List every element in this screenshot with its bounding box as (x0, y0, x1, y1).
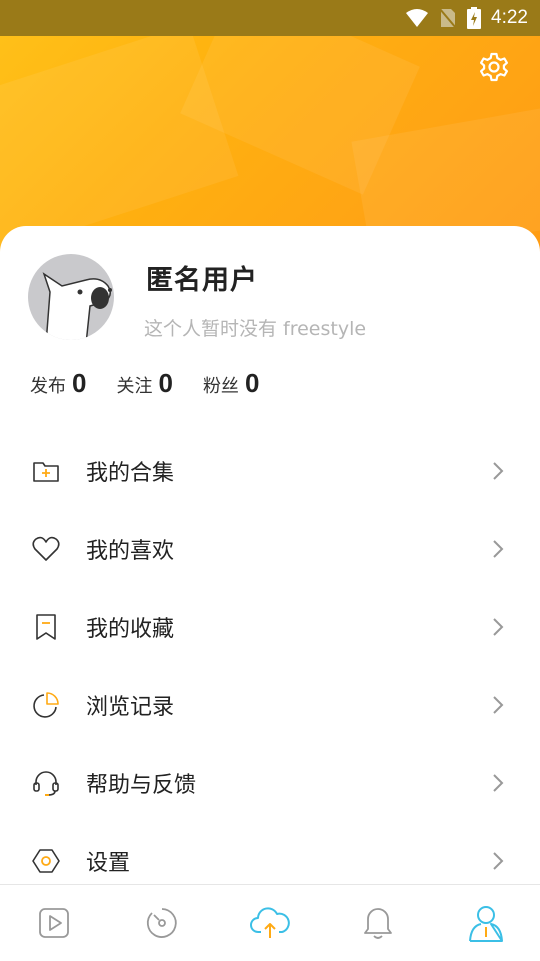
nav-item-upload[interactable] (216, 885, 324, 961)
stat-fans[interactable]: 粉丝 0 (203, 368, 259, 399)
settings-gear-icon[interactable] (478, 51, 510, 83)
bottom-nav (0, 884, 540, 961)
user-bio: 这个人暂时没有 freestyle (144, 318, 367, 340)
stat-following-label: 关注 (116, 376, 153, 397)
stat-posts-value: 0 (72, 368, 87, 398)
history-pie-icon (33, 692, 59, 718)
chevron-right-icon (493, 540, 504, 558)
menu-label-settings: 设置 (86, 851, 131, 876)
menu-label-help: 帮助与反馈 (86, 773, 197, 798)
cloud-upload-icon (250, 907, 290, 938)
stat-fans-label: 粉丝 (202, 376, 239, 397)
menu-item-collections[interactable]: 我的合集 (0, 432, 540, 510)
stat-posts[interactable]: 发布 0 (30, 368, 86, 399)
stat-following[interactable]: 关注 0 (116, 368, 172, 399)
menu-item-likes[interactable]: 我的喜欢 (0, 510, 540, 588)
stat-fans-value: 0 (244, 368, 260, 398)
bookmark-icon (36, 614, 56, 640)
play-icon (39, 908, 69, 938)
menu-label-favorites: 我的收藏 (86, 617, 175, 642)
chevron-right-icon (493, 462, 504, 480)
stat-following-value: 0 (158, 368, 173, 398)
headset-icon (33, 771, 59, 796)
profile-icon (469, 906, 503, 942)
menu-list: 我的合集 我的喜欢 我的收藏 浏览记录 帮助与反馈 设置 (0, 432, 540, 900)
heart-icon (32, 536, 60, 561)
dog-avatar-icon (42, 272, 112, 340)
stats-row: 发布 0 关注 0 粉丝 0 (30, 368, 289, 399)
no-sim-icon (439, 8, 457, 29)
chevron-right-icon (493, 774, 504, 792)
wifi-icon (406, 9, 429, 27)
status-time: 4:22 (491, 7, 528, 28)
chevron-right-icon (493, 852, 504, 870)
disc-icon (146, 908, 177, 938)
battery-charging-icon (467, 7, 482, 29)
menu-label-history: 浏览记录 (86, 695, 175, 720)
folder-plus-icon (33, 462, 59, 482)
hexagon-settings-icon (32, 849, 60, 873)
menu-item-help[interactable]: 帮助与反馈 (0, 744, 540, 822)
avatar[interactable] (28, 254, 114, 340)
menu-label-collections: 我的合集 (86, 461, 175, 486)
stat-posts-label: 发布 (30, 376, 66, 397)
menu-label-likes: 我的喜欢 (86, 539, 175, 564)
menu-item-favorites[interactable]: 我的收藏 (0, 588, 540, 666)
nav-item-videos[interactable] (0, 885, 108, 961)
status-bar: 4:22 (0, 0, 540, 36)
username: 匿名用户 (146, 265, 258, 296)
chevron-right-icon (493, 696, 504, 714)
nav-item-profile[interactable] (432, 885, 540, 961)
bell-icon (364, 908, 392, 939)
menu-item-history[interactable]: 浏览记录 (0, 666, 540, 744)
chevron-right-icon (493, 618, 504, 636)
nav-item-notifications[interactable] (324, 885, 432, 961)
nav-item-discover[interactable] (108, 885, 216, 961)
